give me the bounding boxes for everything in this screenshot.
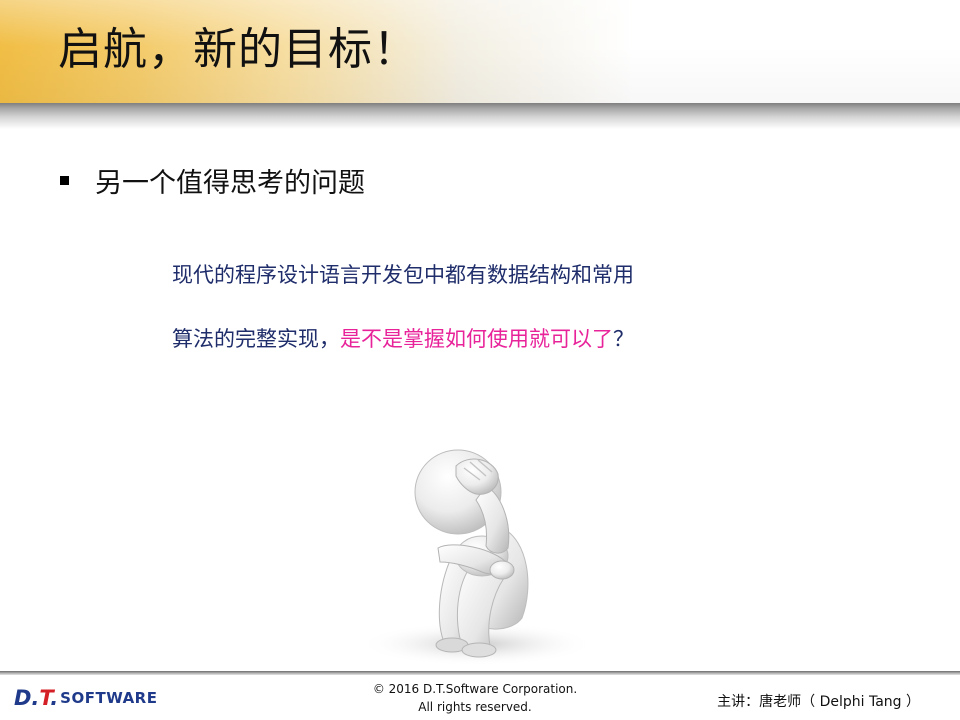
logo-dot: . [50,686,59,710]
slide-title: 启航，新的目标！ [58,24,418,75]
thinking-person-icon [352,436,602,672]
logo-software-text: SOFTWARE [60,689,158,707]
copyright-line-1: © 2016 D.T.Software Corporation. [372,682,578,696]
quote-line-1: 现代的程序设计语言开发包中都有数据结构和常用 [172,263,634,287]
copyright-notice: © 2016 D.T.Software Corporation. All rig… [360,680,590,716]
quote-line-2-start: 算法的完整实现， [172,327,340,351]
logo-dt-mark: D.T. [14,686,58,710]
quote-line-2: 算法的完整实现，是不是掌握如何使用就可以了？ [172,324,634,354]
quote-line-2-end: ？ [613,327,634,351]
dt-software-logo: D.T. SOFTWARE [14,685,157,711]
bullet-square-icon [60,175,69,185]
logo-d: D. [14,686,40,710]
title-banner-shadow [0,103,960,129]
lecturer-credit: 主讲：唐老师（ Delphi Tang ） [717,694,920,710]
bullet-item: 另一个值得思考的问题 [60,160,365,200]
copyright-line-2: All rights reserved. [418,700,532,714]
footer-divider [0,671,960,675]
logo-t: T [39,686,51,710]
quote-highlight: 是不是掌握如何使用就可以了 [340,327,613,351]
bullet-text: 另一个值得思考的问题 [95,167,365,199]
